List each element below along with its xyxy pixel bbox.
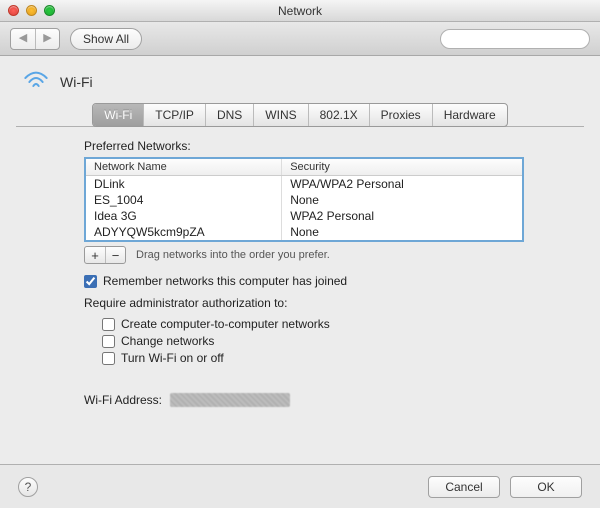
tab-tcpip[interactable]: TCP/IP: [144, 104, 206, 126]
wifi-panel: Preferred Networks: Network Name Securit…: [16, 139, 584, 407]
window-controls: [8, 5, 55, 16]
table-row[interactable]: Idea 3GWPA2 Personal: [86, 208, 522, 224]
tab-proxies[interactable]: Proxies: [370, 104, 433, 126]
remember-label: Remember networks this computer has join…: [103, 274, 347, 288]
pane-header: Wi-Fi: [16, 66, 584, 103]
wifi-address-label: Wi-Fi Address:: [84, 393, 162, 407]
tab-wins[interactable]: WINS: [254, 104, 308, 126]
help-button[interactable]: ?: [18, 477, 38, 497]
footer: ? Cancel OK: [0, 464, 600, 508]
add-remove-bar: + − Drag networks into the order you pre…: [84, 246, 524, 264]
remember-checkbox[interactable]: Remember networks this computer has join…: [84, 274, 524, 288]
wifi-address-row: Wi-Fi Address:: [84, 393, 524, 407]
table-row[interactable]: DLinkWPA/WPA2 Personal: [86, 176, 522, 192]
remember-checkbox-input[interactable]: [84, 275, 97, 288]
content: Wi-Fi Wi-Fi TCP/IP DNS WINS 802.1X Proxi…: [0, 56, 600, 415]
tab-dns[interactable]: DNS: [206, 104, 254, 126]
reorder-hint: Drag networks into the order you prefer.: [136, 249, 330, 261]
col-security[interactable]: Security: [282, 159, 522, 175]
search-field[interactable]: [447, 33, 589, 45]
cancel-button[interactable]: Cancel: [428, 476, 500, 498]
admin-create-checkbox[interactable]: Create computer-to-computer networks: [102, 317, 524, 331]
preferred-networks-label: Preferred Networks:: [84, 139, 524, 153]
pane-title: Wi-Fi: [60, 74, 93, 90]
table-header: Network Name Security: [86, 159, 522, 176]
remove-network-button[interactable]: −: [105, 247, 125, 263]
tab-bar: Wi-Fi TCP/IP DNS WINS 802.1X Proxies Har…: [16, 103, 584, 127]
titlebar: Network: [0, 0, 600, 22]
back-button[interactable]: ◀: [11, 29, 35, 49]
table-row[interactable]: ES_1004None: [86, 192, 522, 208]
forward-button[interactable]: ▶: [35, 29, 59, 49]
minimize-icon[interactable]: [26, 5, 37, 16]
table-row[interactable]: ADYYQW5kcm9pZANone: [86, 224, 522, 240]
networks-table[interactable]: Network Name Security DLinkWPA/WPA2 Pers…: [84, 157, 524, 242]
nav-segment: ◀ ▶: [10, 28, 60, 50]
ok-button[interactable]: OK: [510, 476, 582, 498]
window-title: Network: [0, 4, 600, 18]
show-all-button[interactable]: Show All: [70, 28, 142, 50]
admin-toggle-checkbox[interactable]: Turn Wi-Fi on or off: [102, 351, 524, 365]
close-icon[interactable]: [8, 5, 19, 16]
col-network-name[interactable]: Network Name: [86, 159, 282, 175]
wifi-address-value: [170, 393, 290, 407]
admin-change-checkbox[interactable]: Change networks: [102, 334, 524, 348]
tab-wifi[interactable]: Wi-Fi: [93, 104, 144, 126]
search-input[interactable]: [440, 29, 590, 49]
tab-8021x[interactable]: 802.1X: [309, 104, 370, 126]
zoom-icon[interactable]: [44, 5, 55, 16]
admin-auth-label: Require administrator authorization to:: [84, 296, 524, 310]
toolbar: ◀ ▶ Show All: [0, 22, 600, 56]
add-network-button[interactable]: +: [85, 247, 105, 263]
wifi-icon: [22, 70, 50, 93]
tab-hardware[interactable]: Hardware: [433, 104, 507, 126]
